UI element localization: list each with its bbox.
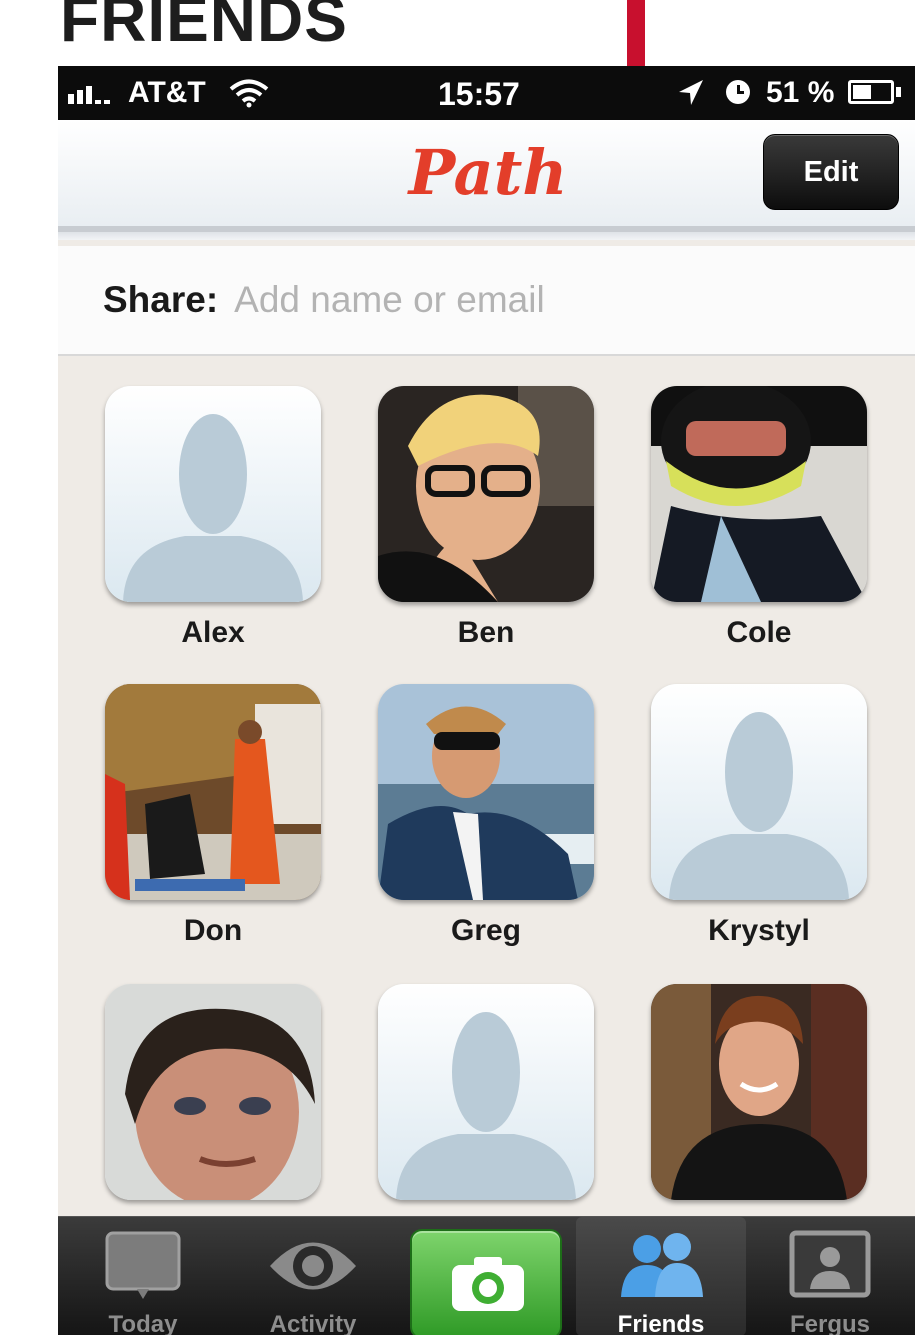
friend-name: Cole: [726, 616, 792, 649]
tab-label: Activity: [269, 1311, 357, 1335]
share-input[interactable]: [234, 279, 755, 321]
friend-name: Alex: [181, 616, 245, 649]
friend-tile-greg[interactable]: Greg: [378, 684, 594, 948]
avatar[interactable]: [378, 684, 594, 900]
tab-label: Friends: [617, 1311, 705, 1335]
avatar[interactable]: [651, 386, 867, 602]
carrier-label: AT&T: [128, 76, 206, 109]
nav-bar: Path Edit: [58, 120, 915, 240]
page-heading: FRIENDS: [60, 0, 348, 55]
path-logo: Path: [408, 136, 568, 209]
tab-profile[interactable]: Fergus: [745, 1217, 915, 1335]
camera-button[interactable]: [410, 1229, 562, 1335]
friend-tile-ben[interactable]: Ben: [378, 386, 594, 650]
status-time: 15:57: [438, 76, 520, 112]
friend-name: Ben: [457, 616, 515, 649]
eye-icon: [270, 1242, 356, 1290]
friend-tile-alex[interactable]: Alex: [105, 386, 321, 650]
tab-activity[interactable]: Activity: [228, 1217, 398, 1335]
person-silhouette-icon: [105, 386, 321, 602]
accent-bar: [627, 0, 645, 66]
friend-tile-7[interactable]: [105, 984, 321, 1214]
battery-level: [853, 85, 872, 99]
tab-label: Today: [108, 1311, 178, 1335]
friend-tile-don[interactable]: Don: [105, 684, 321, 948]
tab-label: Fergus: [789, 1311, 870, 1335]
friend-tile-cole[interactable]: Cole: [651, 386, 867, 650]
battery-tip: [896, 87, 901, 97]
avatar[interactable]: [378, 386, 594, 602]
today-icon: [105, 1231, 181, 1299]
tab-friends[interactable]: Friends: [576, 1217, 746, 1335]
friend-photo: [105, 684, 321, 900]
battery-percent: 51 %: [766, 76, 835, 109]
friend-photo: [378, 684, 594, 900]
avatar[interactable]: [651, 984, 867, 1200]
friends-grid: Alex Ben Cole Don Greg Krystyl: [58, 356, 915, 1216]
friends-icon: [621, 1233, 703, 1297]
person-silhouette-icon: [651, 684, 867, 900]
signal-icon: [68, 86, 110, 104]
avatar[interactable]: [651, 684, 867, 900]
friend-photo: [651, 386, 867, 602]
tab-today[interactable]: Today: [58, 1217, 228, 1335]
friend-photo: [651, 984, 867, 1200]
share-label: Share:: [103, 279, 219, 320]
friend-tile-9[interactable]: [651, 984, 867, 1214]
edit-button[interactable]: Edit: [763, 134, 899, 210]
phone-screen: AT&T 15:57 51 % Path Edit Share: Add nam…: [58, 66, 915, 1335]
tab-bar: Today Activity Friends Fergus: [58, 1216, 915, 1335]
profile-icon: [789, 1230, 871, 1298]
person-silhouette-icon: [378, 984, 594, 1200]
friend-tile-8[interactable]: [378, 984, 594, 1214]
avatar[interactable]: [105, 984, 321, 1200]
avatar[interactable]: [378, 984, 594, 1200]
battery-icon: [848, 80, 894, 104]
location-arrow-icon: [679, 80, 703, 105]
status-bar: AT&T 15:57 51 %: [58, 66, 915, 120]
avatar[interactable]: [105, 684, 321, 900]
clock-icon: [726, 80, 750, 104]
friend-name: Krystyl: [708, 914, 810, 947]
friend-photo: [105, 984, 321, 1200]
friend-photo: [378, 386, 594, 602]
camera-icon: [452, 1257, 524, 1311]
friend-name: Greg: [450, 914, 522, 947]
friend-tile-krystyl[interactable]: Krystyl: [651, 684, 867, 948]
share-row: Share:: [58, 246, 915, 356]
wifi-icon: [229, 79, 269, 108]
avatar[interactable]: [105, 386, 321, 602]
friend-name: Don: [183, 914, 243, 947]
